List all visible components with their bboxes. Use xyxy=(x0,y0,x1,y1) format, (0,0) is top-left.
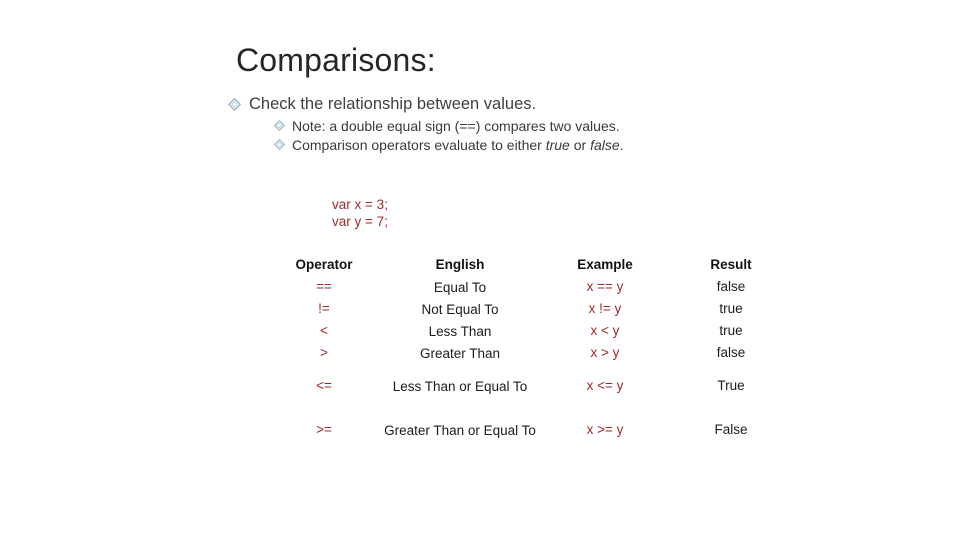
table-header: Operator English Example Result xyxy=(268,254,792,276)
cell-operator: <= xyxy=(316,378,332,393)
cell-operator: < xyxy=(320,323,328,338)
table-header-row: Operator English Example Result xyxy=(268,254,792,276)
table-row: <= Less Than or Equal To x <= y True xyxy=(268,364,792,408)
diamond-bullet-icon xyxy=(274,139,285,150)
cell-operator: >= xyxy=(316,422,332,437)
cell-english: Not Equal To xyxy=(421,301,499,317)
table-row: == Equal To x == y false xyxy=(268,276,792,298)
bullet-label-3-part-b: or xyxy=(569,137,591,153)
bullet-list: Check the relationship between values. N… xyxy=(228,94,828,155)
cell-english: Less Than xyxy=(428,323,492,339)
bullet-label-3-false: false xyxy=(590,137,620,153)
bullet-item-level2-operators: Comparison operators evaluate to either … xyxy=(274,136,828,154)
bullet-label-3-part-c: . xyxy=(619,137,624,153)
bullet-label-3-true: true xyxy=(545,137,570,153)
cell-example: x > y xyxy=(590,345,620,360)
cell-operator: > xyxy=(320,345,328,360)
cell-result: true xyxy=(719,301,743,316)
diamond-bullet-icon xyxy=(228,98,241,111)
slide-canvas: Comparisons: Check the relationship betw… xyxy=(0,0,960,540)
cell-result: True xyxy=(717,378,745,393)
bullet-label-3: Comparison operators evaluate to either … xyxy=(292,136,624,154)
table-row: != Not Equal To x != y true xyxy=(268,298,792,320)
cell-operator: != xyxy=(318,301,330,316)
cell-result: false xyxy=(716,345,746,360)
cell-result: false xyxy=(716,279,746,294)
table-body: == Equal To x == y false != Not Equal To… xyxy=(268,276,792,452)
table-row: > Greater Than x > y false xyxy=(268,342,792,364)
column-header-operator: Operator xyxy=(295,257,353,272)
cell-example: x <= y xyxy=(586,378,624,393)
bullet-item-level1: Check the relationship between values. xyxy=(228,94,828,114)
bullet-label-3-part-a: Comparison operators evaluate to either xyxy=(292,137,546,153)
bullet-label-1: Check the relationship between values. xyxy=(249,95,537,113)
cell-example: x < y xyxy=(590,323,620,338)
code-snippet: var x = 3; var y = 7; xyxy=(240,196,480,230)
cell-english: Less Than or Equal To xyxy=(392,378,528,394)
cell-example: x >= y xyxy=(586,422,624,437)
code-line-var-x: var x = 3; xyxy=(332,197,388,212)
cell-result: true xyxy=(719,323,743,338)
table-row: < Less Than x < y true xyxy=(268,320,792,342)
code-line-var-y: var y = 7; xyxy=(332,214,388,229)
table-row: >= Greater Than or Equal To x >= y False xyxy=(268,408,792,452)
column-header-example: Example xyxy=(577,257,633,272)
bullet-label-2: Note: a double equal sign (==) compares … xyxy=(292,118,620,134)
cell-english: Equal To xyxy=(433,279,487,295)
cell-english: Greater Than xyxy=(419,345,501,361)
cell-result: False xyxy=(714,422,748,437)
cell-example: x == y xyxy=(586,279,624,294)
cell-operator: == xyxy=(316,279,332,294)
comparison-operators-table: Operator English Example Result == Equal… xyxy=(268,254,792,452)
column-header-english: English xyxy=(435,257,485,272)
cell-english: Greater Than or Equal To xyxy=(384,422,536,438)
bullet-item-level2-note: Note: a double equal sign (==) compares … xyxy=(274,117,828,135)
page-title: Comparisons: xyxy=(236,42,436,78)
column-header-result: Result xyxy=(710,257,752,272)
cell-example: x != y xyxy=(588,301,622,316)
diamond-bullet-icon xyxy=(274,120,285,131)
